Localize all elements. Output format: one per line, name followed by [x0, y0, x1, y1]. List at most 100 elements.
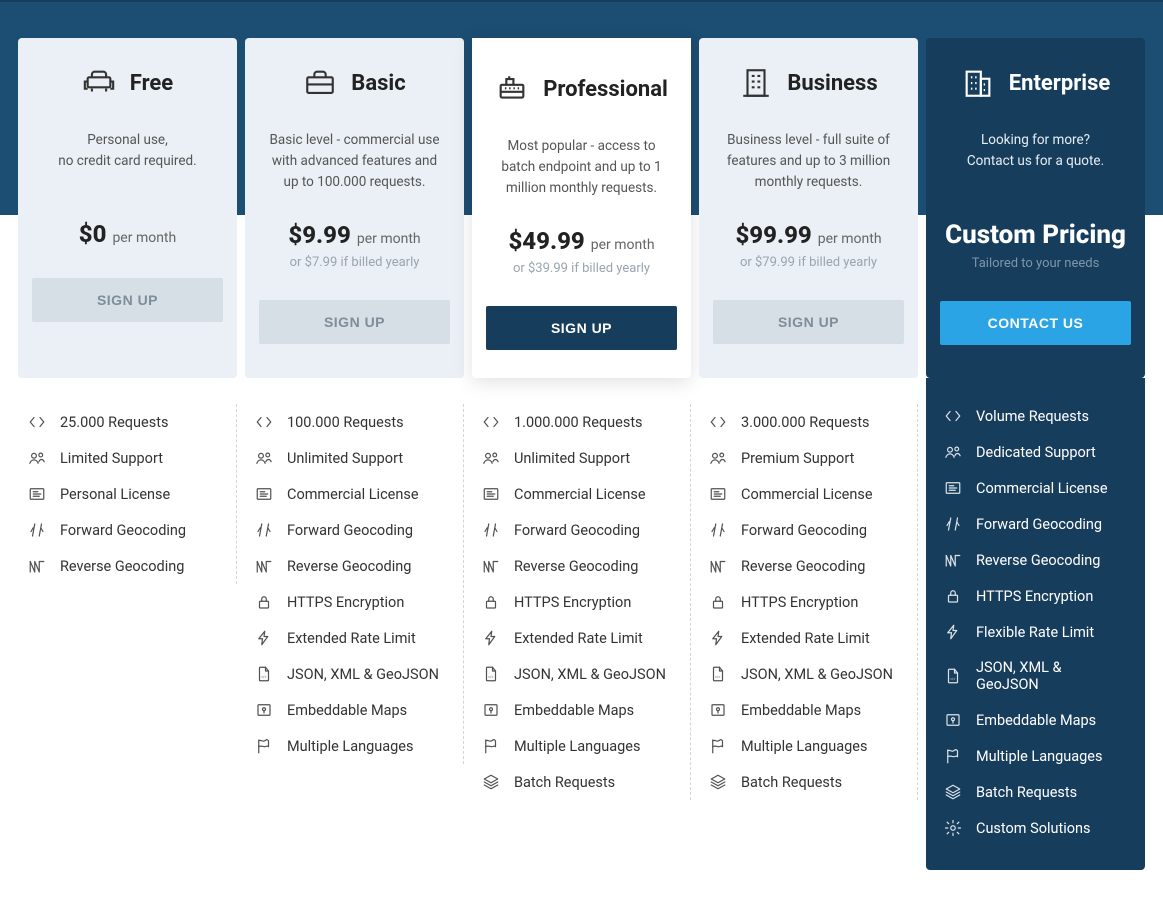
feature-label: Batch Requests — [514, 774, 615, 791]
plan-price: $99.99 per month — [713, 221, 904, 249]
plan-yearly: or $7.99 if billed yearly — [259, 255, 450, 270]
feature-label: 1.000.000 Requests — [514, 414, 643, 431]
feature-item: </> JSON, XML & GeoJSON — [705, 656, 911, 692]
feature-label: Embeddable Maps — [976, 712, 1096, 729]
plan-name: Business — [787, 71, 877, 96]
feature-item: Forward Geocoding — [478, 512, 684, 548]
map-icon — [482, 701, 500, 719]
feature-item: Reverse Geocoding — [478, 548, 684, 584]
lock-icon — [709, 593, 727, 611]
support-icon — [28, 449, 46, 467]
feature-item: Forward Geocoding — [940, 506, 1131, 542]
pricing-grid: Free Personal use, no credit card requir… — [0, 0, 1163, 900]
plan-name: Professional — [543, 77, 668, 102]
feature-item: Flexible Rate Limit — [940, 614, 1131, 650]
code-icon — [28, 413, 46, 431]
briefcase-icon — [303, 66, 337, 100]
feature-label: JSON, XML & GeoJSON — [976, 659, 1127, 693]
reverse-icon — [709, 557, 727, 575]
forward-icon — [482, 521, 500, 539]
feature-item: Custom Solutions — [940, 810, 1131, 846]
feature-label: Batch Requests — [741, 774, 842, 791]
stack-icon — [709, 773, 727, 791]
feature-label: Multiple Languages — [514, 738, 640, 755]
code-icon — [709, 413, 727, 431]
feature-item: Multiple Languages — [478, 728, 684, 764]
license-icon — [28, 485, 46, 503]
feature-label: JSON, XML & GeoJSON — [741, 666, 893, 683]
feature-item: Unlimited Support — [478, 440, 684, 476]
feature-item: Multiple Languages — [251, 728, 457, 764]
feature-item: Multiple Languages — [705, 728, 911, 764]
feature-list-enterprise: Volume RequestsDedicated SupportCommerci… — [926, 378, 1145, 870]
signup-button-free[interactable]: SIGN UP — [32, 278, 223, 322]
plan-column-enterprise: Enterprise Looking for more? Contact us … — [926, 38, 1145, 870]
feature-item: Commercial License — [940, 470, 1131, 506]
plan-price: $0 per month — [32, 220, 223, 248]
feature-label: Forward Geocoding — [287, 522, 413, 539]
feature-item: Reverse Geocoding — [705, 548, 911, 584]
signup-button-basic[interactable]: SIGN UP — [259, 300, 450, 344]
bolt-icon — [482, 629, 500, 647]
map-icon — [255, 701, 273, 719]
plan-price: $9.99 per month — [259, 221, 450, 249]
file-icon: </> — [944, 667, 962, 685]
feature-label: JSON, XML & GeoJSON — [287, 666, 439, 683]
feature-label: Personal License — [60, 486, 170, 503]
code-icon — [255, 413, 273, 431]
feature-item: Batch Requests — [705, 764, 911, 800]
feature-label: Flexible Rate Limit — [976, 624, 1094, 641]
feature-item: Embeddable Maps — [940, 702, 1131, 738]
license-icon — [482, 485, 500, 503]
feature-label: Multiple Languages — [287, 738, 413, 755]
sofa-icon — [82, 66, 116, 100]
feature-label: Extended Rate Limit — [514, 630, 643, 647]
svg-text:</>: </> — [950, 677, 955, 681]
plan-name: Enterprise — [1009, 71, 1111, 96]
forward-icon — [28, 521, 46, 539]
feature-label: Reverse Geocoding — [514, 558, 638, 575]
feature-label: HTTPS Encryption — [976, 588, 1093, 605]
plan-desc: Most popular - access to batch endpoint … — [486, 136, 677, 199]
plan-desc: Business level - full suite of features … — [713, 130, 904, 193]
code-icon — [944, 407, 962, 425]
feature-label: Commercial License — [741, 486, 873, 503]
plan-card-professional: Professional Most popular - access to ba… — [472, 38, 691, 378]
feature-label: Extended Rate Limit — [287, 630, 416, 647]
gear-icon — [944, 819, 962, 837]
feature-label: Forward Geocoding — [60, 522, 186, 539]
feature-item: HTTPS Encryption — [251, 584, 457, 620]
feature-item: </>JSON, XML & GeoJSON — [251, 656, 457, 692]
contact-button-enterprise[interactable]: CONTACT US — [940, 301, 1131, 345]
feature-label: Multiple Languages — [741, 738, 867, 755]
signup-button-business[interactable]: SIGN UP — [713, 300, 904, 344]
feature-list-business: 3.000.000 Requests Premium Support Commerc… — [699, 404, 918, 800]
feature-list-basic: 100.000 RequestsUnlimited SupportCommerc… — [245, 404, 464, 764]
feature-item: HTTPS Encryption — [940, 578, 1131, 614]
plan-price: $49.99 per month — [486, 227, 677, 255]
feature-label: Reverse Geocoding — [976, 552, 1100, 569]
feature-label: Embeddable Maps — [741, 702, 861, 719]
plan-card-business: Business Business level - full suite of … — [699, 38, 918, 378]
feature-label: Volume Requests — [976, 408, 1089, 425]
flag-icon — [709, 737, 727, 755]
license-icon — [944, 479, 962, 497]
support-icon — [482, 449, 500, 467]
plan-card-basic: Basic Basic level - commercial use with … — [245, 38, 464, 378]
feature-label: 3.000.000 Requests — [741, 414, 870, 431]
lock-icon — [482, 593, 500, 611]
feature-item: Batch Requests — [940, 774, 1131, 810]
bolt-icon — [709, 629, 727, 647]
signup-button-professional[interactable]: SIGN UP — [486, 306, 677, 350]
feature-item: Forward Geocoding — [251, 512, 457, 548]
feature-label: HTTPS Encryption — [514, 594, 631, 611]
file-icon: </> — [709, 665, 727, 683]
feature-label: Reverse Geocoding — [287, 558, 411, 575]
feature-label: Extended Rate Limit — [741, 630, 870, 647]
feature-item: HTTPS Encryption — [478, 584, 684, 620]
feature-label: Premium Support — [741, 450, 854, 467]
svg-text:</>: </> — [715, 675, 720, 679]
file-icon: </> — [482, 665, 500, 683]
feature-item: 100.000 Requests — [251, 404, 457, 440]
feature-label: Commercial License — [976, 480, 1108, 497]
